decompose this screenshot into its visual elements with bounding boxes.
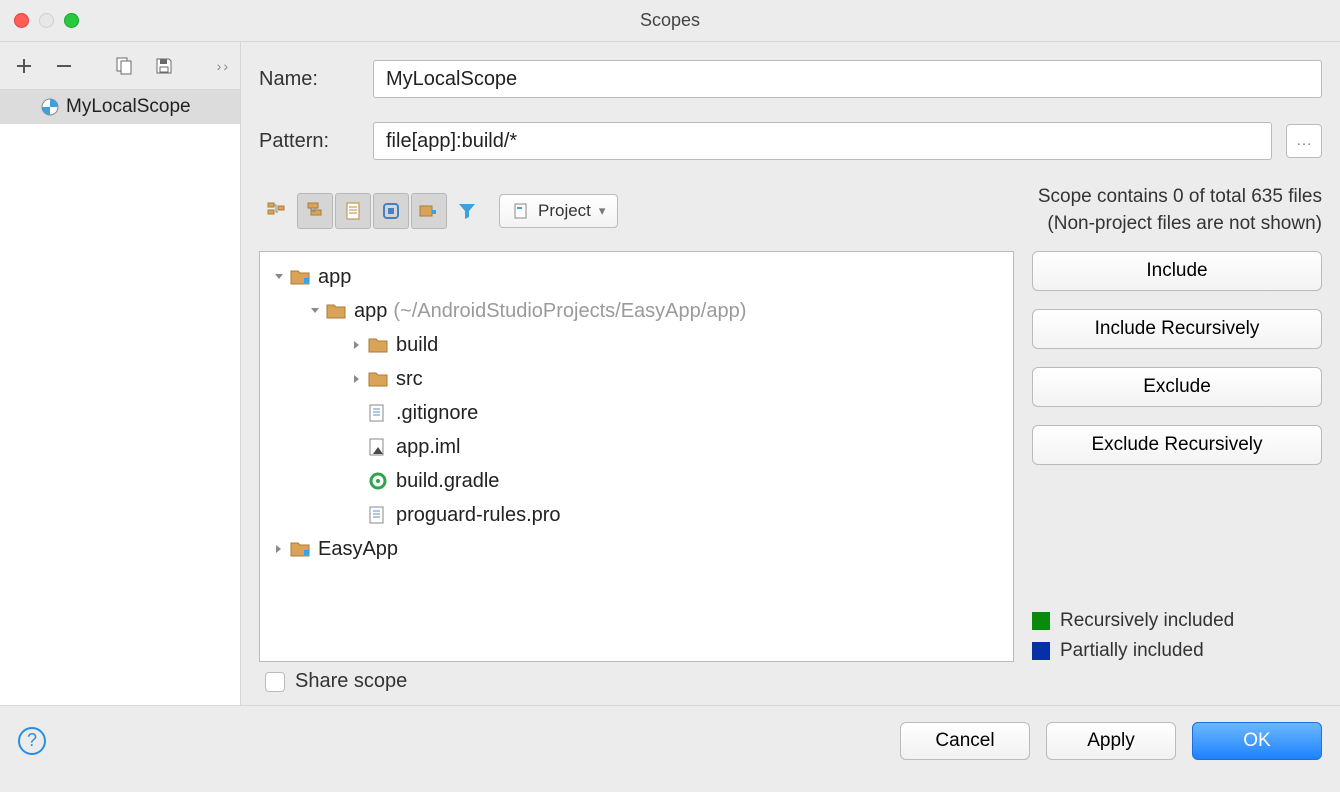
legend-recursive-label: Recursively included	[1060, 610, 1234, 632]
tree-build-folder[interactable]: build	[260, 328, 1013, 362]
zoom-window-button[interactable]	[64, 13, 79, 28]
scope-stats-line1: Scope contains 0 of total 635 files	[1038, 184, 1322, 211]
gradle-file-icon	[368, 471, 390, 491]
tree-file-proguard[interactable]: proguard-rules.pro	[260, 498, 1013, 532]
window-title: Scopes	[640, 10, 700, 31]
scope-selector-label: Project	[538, 201, 591, 221]
include-button[interactable]: Include	[1032, 251, 1322, 291]
legend: Recursively included Partially included	[1032, 592, 1322, 662]
tree-src-folder[interactable]: src	[260, 362, 1013, 396]
project-tree[interactable]: app app (~/AndroidStudioProjects/EasyApp…	[259, 251, 1014, 662]
iml-file-icon	[368, 437, 390, 457]
module-folder-icon	[290, 268, 312, 286]
add-scope-button[interactable]	[10, 52, 38, 80]
scope-list: MyLocalScope	[0, 90, 240, 705]
exclude-button[interactable]: Exclude	[1032, 367, 1322, 407]
scope-stats-line2: (Non-project files are not shown)	[1038, 211, 1322, 238]
exclude-recursively-button[interactable]: Exclude Recursively	[1032, 425, 1322, 465]
filter-button[interactable]	[449, 193, 485, 229]
file-icon	[368, 403, 390, 423]
group-by-scope-button[interactable]	[411, 193, 447, 229]
module-folder-icon	[290, 540, 312, 558]
share-scope-checkbox[interactable]	[265, 672, 285, 692]
minimize-window-button[interactable]	[39, 13, 54, 28]
share-scope-label: Share scope	[295, 670, 407, 693]
folder-icon	[368, 336, 390, 354]
legend-partial-label: Partially included	[1060, 640, 1204, 662]
pattern-input[interactable]	[373, 122, 1272, 160]
tree-label: app	[354, 300, 387, 323]
close-window-button[interactable]	[14, 13, 29, 28]
sidebar-toolbar: ››	[0, 42, 240, 90]
tree-label: .gitignore	[396, 402, 478, 425]
show-modules-button[interactable]	[373, 193, 409, 229]
tree-file-gitignore[interactable]: .gitignore	[260, 396, 1013, 430]
chevron-down-icon: ▾	[599, 203, 606, 219]
group-by-module-button[interactable]	[259, 193, 295, 229]
tree-label: src	[396, 368, 423, 391]
name-input[interactable]	[373, 60, 1322, 98]
help-button[interactable]: ?	[18, 727, 46, 755]
file-icon	[368, 505, 390, 525]
tree-file-iml[interactable]: app.iml	[260, 430, 1013, 464]
scope-local-icon	[40, 97, 60, 117]
legend-green-swatch	[1032, 612, 1050, 630]
expand-arrow-down-icon[interactable]	[308, 304, 322, 318]
name-label: Name:	[259, 68, 359, 91]
titlebar: Scopes	[0, 0, 1340, 42]
project-icon	[512, 202, 530, 220]
show-files-button[interactable]	[335, 193, 371, 229]
scope-list-item-label: MyLocalScope	[66, 96, 191, 118]
tree-label: app.iml	[396, 436, 460, 459]
sidebar-more-icon[interactable]: ››	[217, 58, 230, 74]
legend-blue-swatch	[1032, 642, 1050, 660]
expand-arrow-right-icon[interactable]	[350, 338, 364, 352]
scope-stats: Scope contains 0 of total 635 files (Non…	[1038, 184, 1322, 237]
flatten-packages-button[interactable]	[297, 193, 333, 229]
ok-button[interactable]: OK	[1192, 722, 1322, 760]
tree-path-hint: (~/AndroidStudioProjects/EasyApp/app)	[393, 300, 746, 323]
folder-icon	[326, 302, 348, 320]
tree-label: proguard-rules.pro	[396, 504, 561, 527]
cancel-button[interactable]: Cancel	[900, 722, 1030, 760]
apply-button[interactable]: Apply	[1046, 722, 1176, 760]
scope-list-item[interactable]: MyLocalScope	[0, 90, 240, 124]
traffic-lights	[14, 13, 79, 28]
tree-label: app	[318, 266, 351, 289]
copy-scope-button[interactable]	[110, 52, 138, 80]
tree-file-buildgradle[interactable]: build.gradle	[260, 464, 1013, 498]
scope-selector-dropdown[interactable]: Project ▾	[499, 194, 618, 228]
include-recursively-button[interactable]: Include Recursively	[1032, 309, 1322, 349]
pattern-label: Pattern:	[259, 130, 359, 153]
share-scope-row: Share scope	[259, 662, 1322, 705]
sidebar: ›› MyLocalScope	[0, 42, 241, 705]
content-split: ›› MyLocalScope Name: Pattern: …	[0, 42, 1340, 705]
tree-label: build	[396, 334, 438, 357]
tree-module-app[interactable]: app	[260, 260, 1013, 294]
save-scope-button[interactable]	[150, 52, 178, 80]
tree-toolbar: Project ▾	[259, 193, 618, 229]
action-buttons: Include Include Recursively Exclude Excl…	[1032, 251, 1322, 662]
main-panel: Name: Pattern: …	[241, 42, 1340, 705]
pattern-expand-button[interactable]: …	[1286, 124, 1322, 158]
expand-arrow-right-icon[interactable]	[272, 542, 286, 556]
expand-arrow-down-icon[interactable]	[272, 270, 286, 284]
dialog-footer: ? Cancel Apply OK	[0, 705, 1340, 775]
tree-label: build.gradle	[396, 470, 499, 493]
tree-app-folder[interactable]: app (~/AndroidStudioProjects/EasyApp/app…	[260, 294, 1013, 328]
remove-scope-button[interactable]	[50, 52, 78, 80]
folder-icon	[368, 370, 390, 388]
tree-label: EasyApp	[318, 538, 398, 561]
tree-module-easyapp[interactable]: EasyApp	[260, 532, 1013, 566]
expand-arrow-right-icon[interactable]	[350, 372, 364, 386]
